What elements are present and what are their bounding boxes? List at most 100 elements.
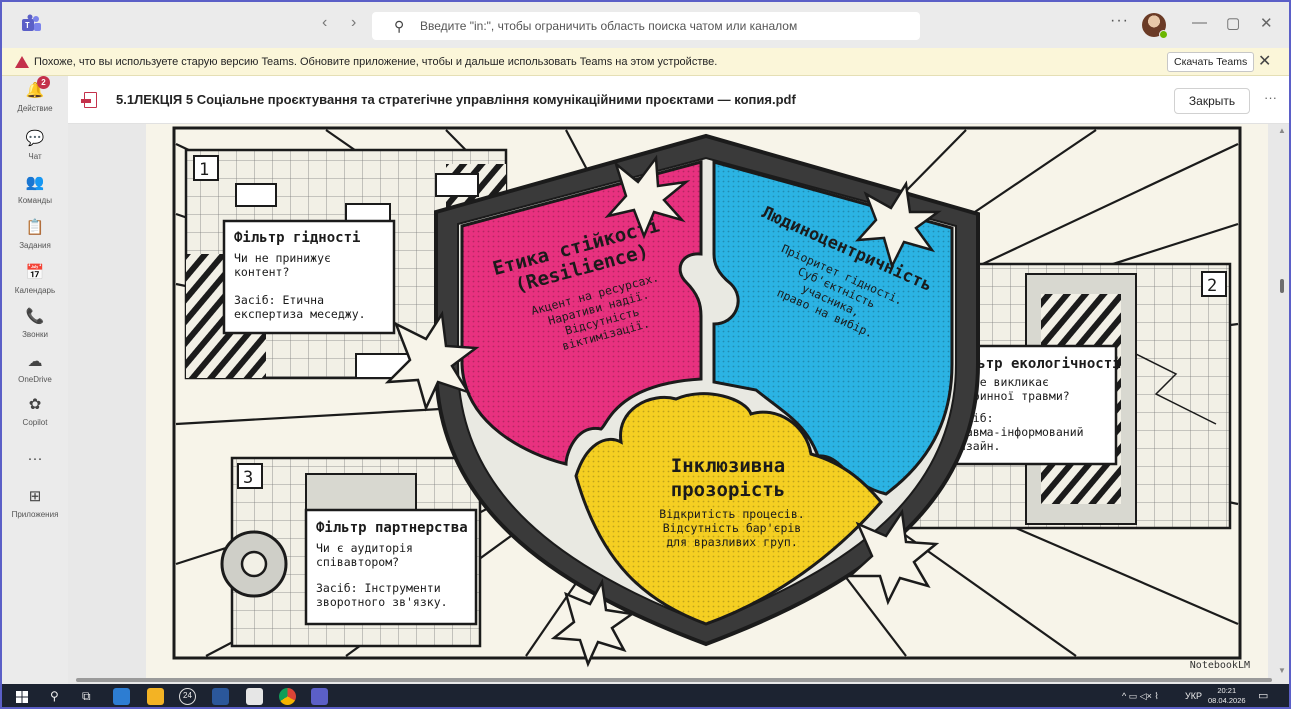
back-arrow-icon[interactable]: ‹ [322,14,327,32]
forward-arrow-icon[interactable]: › [351,14,356,32]
panel-3-number: 3 [243,468,253,488]
panel-3-question-2: співавтором? [316,555,399,569]
update-warning-banner: Похоже, что вы используете старую версию… [2,48,1289,76]
window-close-icon[interactable]: ✕ [1260,14,1273,32]
panel-2-number: 2 [1207,276,1217,296]
clock-time: 20:21 [1217,686,1237,695]
yellow-title-1: Інклюзивна [671,455,785,477]
rail-item-label: Действие [17,104,53,113]
rail-item-calendar[interactable]: 📅 Календарь [2,262,68,295]
panel-3: 3 Фільтр партнерства Чи є аудиторія спів… [220,456,482,648]
minimize-icon[interactable]: — [1192,14,1207,31]
taskbar-clock[interactable]: 20:21 08.04.2026 [1208,686,1246,706]
app-rail: 🔔 2 Действие 💬 Чат 👥 Команды 📋 Задания 📅 Календарь… [2,76,68,684]
windows-taskbar: ⚲ ⧉ 24 ^ ▭ ◁× ⌇ УКР 20:21 08.04.2026 ▭ [2,684,1289,707]
copilot-icon: ✿ [28,396,42,413]
rail-item-apps-plus[interactable]: ⊞ Приложения [2,486,68,519]
teams-window: T ‹ › ⚲ Введите "in:", чтобы ограничить … [0,0,1291,709]
rail-item-label: Звонки [22,330,48,339]
download-teams-button[interactable]: Скачать Teams [1167,52,1255,72]
system-tray-icons[interactable]: ^ ▭ ◁× ⌇ [1122,684,1159,707]
word-icon[interactable] [212,688,229,705]
rail-item-label: Приложения [11,510,59,519]
activity-badge: 2 [37,76,50,89]
close-document-button[interactable]: Закрыть [1174,88,1250,114]
panel-1-question-1: Чи не принижує [234,251,331,265]
horizontal-scroll-thumb[interactable] [76,678,1272,682]
search-input[interactable]: ⚲ Введите "in:", чтобы ограничить област… [372,12,920,40]
vertical-scroll-thumb[interactable] [1280,279,1284,293]
bell-icon: 🔔 2 [24,76,50,102]
rail-item-bell[interactable]: 🔔 2 Действие [2,76,68,113]
yellow-title-2: прозорість [671,479,785,501]
rail-item-teams[interactable]: 👥 Команды [2,172,68,205]
assignments-icon: 📋 [25,219,45,236]
pdf-file-icon [81,92,97,108]
chrome-icon[interactable] [279,688,296,705]
rail-item-assignments[interactable]: 📋 Задания [2,217,68,250]
document-more-icon[interactable]: ··· [1264,90,1277,105]
teams-logo-icon[interactable]: T [20,14,42,34]
teams-icon: 👥 [25,174,45,191]
warning-icon [15,56,29,68]
panel-2-tool-2: Травма-інформований [952,425,1084,439]
yellow-line-2: Відсутність бар'єрів [663,521,801,535]
rail-item-phone[interactable]: 📞 Звонки [2,306,68,339]
panel-1-title: Фільтр гідності [234,230,360,246]
apps-plus-icon: ⊞ [28,488,42,505]
rail-item-more[interactable]: ··· [2,448,68,472]
yellow-line-1: Відкритість процесів. [659,507,804,521]
banner-close-icon[interactable]: ✕ [1258,48,1271,76]
rail-item-label: Задания [19,241,51,250]
document-title: 5.1ЛЕКЦІЯ 5 Соціальне проєктування та ст… [116,92,796,107]
panel-1-tool-2: експертиза меседжу. [234,307,366,321]
windows-start-icon[interactable] [16,691,28,703]
scroll-down-icon[interactable]: ▼ [1278,666,1286,675]
action-center-icon[interactable]: ▭ [1258,684,1268,707]
clock-date: 08.04.2026 [1208,696,1246,705]
file-explorer-icon[interactable] [147,688,164,705]
restore-icon[interactable]: ▢ [1226,14,1240,32]
panel-1-question-2: контент? [234,265,289,279]
comic-illustration: 1 Фільтр гідності Чи не принижує контент… [172,126,1250,671]
panel-3-question-1: Чи є аудиторія [316,541,413,555]
panel-1-tool-1: Засіб: Етична [234,293,324,307]
vertical-scrollbar[interactable]: ▲ ▼ [1276,124,1289,678]
pdf-page: 1 Фільтр гідності Чи не принижує контент… [146,124,1268,678]
teams-taskbar-icon[interactable] [311,688,328,705]
taskbar-search-icon[interactable]: ⚲ [50,684,59,707]
banner-message: Похоже, что вы используете старую версию… [34,56,718,68]
more-apps-icon: ··· [27,450,43,467]
document-header: 5.1ЛЕКЦІЯ 5 Соціальне проєктування та ст… [68,76,1289,124]
keyboard-language[interactable]: УКР [1185,684,1202,707]
search-icon: ⚲ [394,18,405,34]
notifications-app-icon[interactable]: 24 [179,688,196,705]
panel-3-tool-2: зворотного зв'язку. [316,595,448,609]
panel-1-number: 1 [199,160,209,180]
avatar[interactable] [1142,13,1168,39]
rail-item-cloud[interactable]: ☁ OneDrive [2,351,68,384]
rail-item-label: Команды [18,196,52,205]
rail-item-label: Календарь [14,286,56,295]
panel-3-tool-1: Засіб: Інструменти [316,581,441,595]
rail-item-label: Copilot [22,418,48,427]
rail-item-label: Чат [28,152,42,161]
panel-3-title: Фільтр партнерства [316,520,468,536]
scroll-up-icon[interactable]: ▲ [1278,126,1286,135]
horizontal-scrollbar[interactable] [68,676,1289,684]
yellow-line-3: для вразливих груп. [666,535,798,549]
task-view-icon[interactable]: ⧉ [82,684,91,707]
title-bar: T ‹ › ⚲ Введите "in:", чтобы ограничить … [2,2,1289,48]
pdf-viewer[interactable]: 1 Фільтр гідності Чи не принижує контент… [68,124,1289,684]
rail-item-label: OneDrive [18,375,52,384]
presence-available-icon [1159,30,1168,39]
phone-icon: 📞 [25,308,45,325]
media-player-icon[interactable] [113,688,130,705]
rail-item-chat[interactable]: 💬 Чат [2,128,68,161]
chat-icon: 💬 [25,130,45,147]
notebooklm-watermark: NotebookLM [1190,660,1250,671]
notes-app-icon[interactable] [246,688,263,705]
more-options-icon[interactable]: ··· [1110,12,1129,30]
rail-item-copilot[interactable]: ✿ Copilot [2,394,68,427]
svg-text:T: T [25,21,30,30]
